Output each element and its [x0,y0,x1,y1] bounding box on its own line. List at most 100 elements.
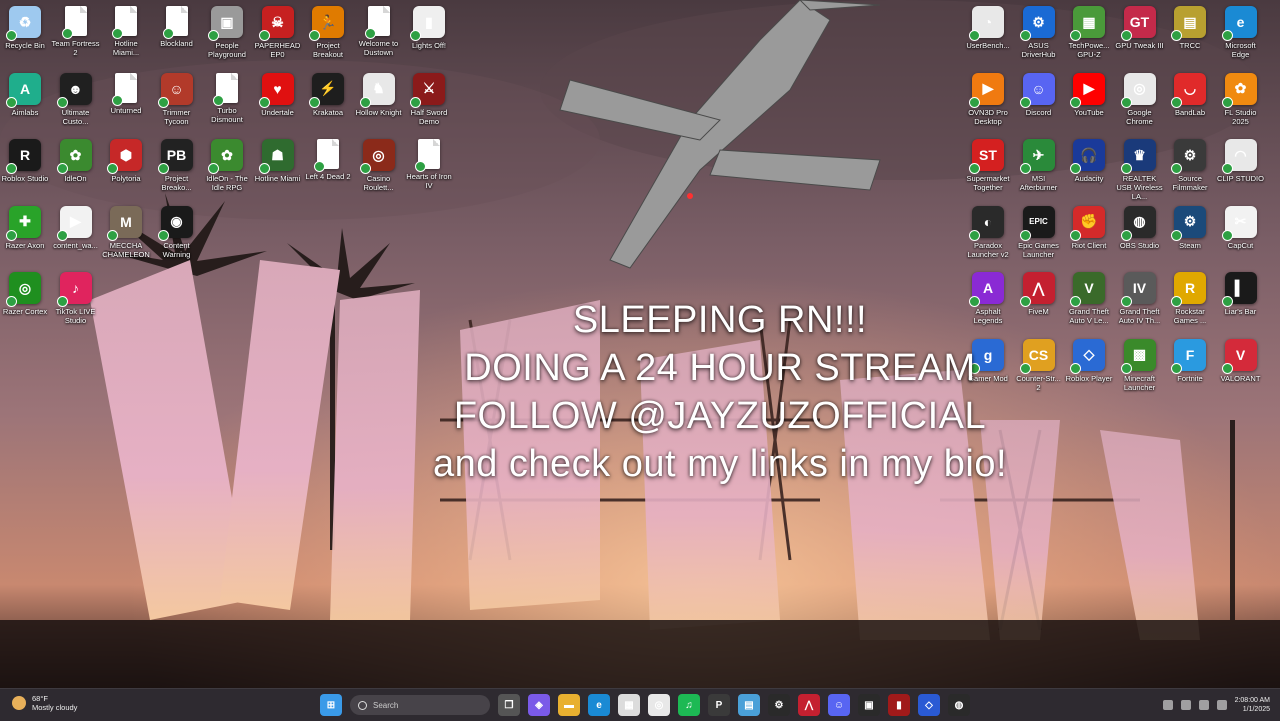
copilot-icon[interactable]: ◈ [528,694,550,716]
roblox-taskbar-icon[interactable]: ◇ [918,694,940,716]
desktop-icon[interactable]: IV Grand Theft Auto IV Th... [1115,272,1165,325]
desktop-icon[interactable]: Left 4 Dead 2 [303,139,353,181]
volume-icon[interactable] [1198,700,1209,710]
desktop-icon[interactable]: ◎ Razer Cortex [0,272,50,316]
store-icon[interactable]: ▦ [618,694,640,716]
chrome-taskbar-icon[interactable]: ◎ [648,694,670,716]
desktop-icon[interactable]: ✊ Riot Client [1064,205,1114,250]
desktop-icon[interactable]: ✿ FL Studio 2025 [1216,72,1266,126]
desktop-icon[interactable]: Hotline Miami... [101,6,151,57]
desktop-icon-label: Minecraft Launcher [1123,373,1156,392]
desktop-icon[interactable]: ▍ Liar's Bar [1216,272,1266,316]
desktop-icon[interactable]: V Grand Theft Auto V Le... [1064,272,1114,325]
desktop-icon[interactable]: e Microsoft Edge [1216,6,1266,59]
microsoft-edge-icon: e [1221,6,1257,41]
sync-status-icon [1221,362,1233,374]
task-view-icon[interactable]: ❐ [498,694,520,716]
desktop-icon[interactable]: ⚡ Krakatoa [303,72,353,117]
recycle-bin-icon: ♻ [6,6,41,41]
desktop-icon[interactable]: EPIC Epic Games Launcher [1014,205,1064,259]
desktop-icon[interactable]: ☻ Ultimate Custo... [51,72,101,126]
obs-taskbar-icon[interactable]: ◍ [948,694,970,716]
desktop-icon[interactable]: ▦ TechPowe... GPU-Z [1064,6,1114,59]
desktop-icon[interactable]: ☺ Discord [1014,72,1064,117]
file-explorer-icon[interactable]: ▬ [558,694,580,716]
desktop-icon[interactable]: Hearts of Iron IV [404,139,454,190]
desktop-icon[interactable]: M MECCHA CHAMELEON [101,205,151,259]
desktop-icon[interactable]: A Aimlabs [0,72,50,117]
desktop-icon[interactable]: ♞ Hollow Knight [354,72,404,117]
desktop-icon[interactable]: ⚙ ASUS DriverHub [1014,6,1064,59]
desktop-icon[interactable]: ☠ PAPERHEAD EP0 [253,6,303,59]
edge-taskbar-icon[interactable]: e [588,694,610,716]
weather-widget[interactable]: 68°F Mostly cloudy [12,694,77,712]
chevron-up-icon[interactable] [1162,700,1173,710]
desktop-icon[interactable]: ◍ OBS Studio [1115,205,1165,250]
document-icon [162,6,188,39]
desktop-icon[interactable]: ▶ content_wa... [51,205,101,250]
sync-status-icon [1070,163,1081,174]
sync-status-icon [1171,30,1182,41]
desktop-icon[interactable]: ✿ IdleOn - The Idle RPG [202,139,252,192]
desktop-icon[interactable]: ▩ Minecraft Launcher [1115,338,1165,392]
fivem-taskbar-icon[interactable]: ⋀ [798,694,820,716]
google-chrome-icon: ◎ [1120,72,1156,108]
search-input[interactable]: Search [350,695,490,715]
asus-driverhub-icon: ⚙ [1019,6,1055,41]
desktop-icon[interactable]: 🏃 Project Breakout [303,6,353,59]
desktop-icon-label: Project Breako... [161,174,192,192]
desktop-icon[interactable]: PB Project Breako... [152,139,202,192]
desktop-icon[interactable]: GT GPU Tweak III [1115,6,1165,50]
start-button[interactable]: ⊞ [320,694,342,716]
desktop-icon[interactable]: ♥ Undertale [253,72,303,117]
battery-icon[interactable] [1216,700,1227,710]
desktop-icon[interactable]: ▣ People Playground [202,6,252,59]
desktop-icon[interactable]: ⬢ Polytoria [101,139,151,183]
desktop-icon[interactable]: ◇ Roblox Player [1064,338,1114,383]
desktop-icon[interactable]: ✿ IdleOn [51,139,101,183]
desktop-icon[interactable]: ☺ Trimmer Tycoon [152,72,202,126]
desktop-icon[interactable]: ◎ Casino Roulett... [354,139,404,192]
desktop-icon[interactable]: R Roblox Studio [0,139,50,183]
app-red-icon[interactable]: ▮ [888,694,910,716]
steam-taskbar-icon[interactable]: ⚙ [768,694,790,716]
desktop-icon[interactable]: ◎ Google Chrome [1115,72,1165,126]
desktop-icon[interactable]: Welcome to Dustown [354,6,404,57]
desktop-icon[interactable]: V VALORANT [1216,338,1266,383]
desktop-icon[interactable]: ♪ TikTok LIVE Studio [51,272,101,325]
clock[interactable]: 2:08:00 AM 1/1/2025 [1235,696,1270,714]
spotify-icon[interactable]: ♫ [678,694,700,716]
desktop-icon[interactable]: Blockland [152,6,202,48]
sync-status-icon [1070,229,1081,241]
desktop-icon[interactable]: ✈ MSI Afterburner [1014,139,1064,192]
desktop-icon[interactable]: ☗ Hotline Miami [253,139,303,183]
network-icon[interactable] [1180,700,1191,710]
desktop-icon[interactable]: ◉ Content Warning [152,205,202,259]
desktop-icon[interactable]: ✚ Razer Axon [0,205,50,250]
desktop-icon[interactable]: ST Supermarket Together [963,139,1013,192]
desktop-icon[interactable]: F Fortnite [1165,338,1215,383]
notepad-icon[interactable]: ▤ [738,694,760,716]
desktop-icon[interactable]: ⚔ Half Sword Demo [404,72,454,126]
desktop-icon[interactable]: ◠ CLIP STUDIO [1216,139,1266,183]
desktop-icon[interactable]: ▶ OVN3D Pro Desktop [963,72,1013,126]
discord-taskbar-icon[interactable]: ☺ [828,694,850,716]
desktop-icon[interactable]: ◐ Paradox Launcher v2 [963,205,1013,259]
desktop-icon[interactable]: ◡ BandLab [1165,72,1215,117]
desktop-icon[interactable]: ✂ CapCut [1216,205,1266,250]
desktop-icon[interactable]: ♻ Recycle Bin [0,6,50,50]
desktop-icon[interactable]: 🎧 Audacity [1064,139,1114,183]
desktop-icon[interactable]: R Rockstar Games ... [1165,272,1215,325]
desktop-icon[interactable]: Turbo Dismount [202,72,252,124]
desktop-icon[interactable]: Unturned [101,72,151,115]
roblox-studio-taskbar-icon[interactable]: ▣ [858,694,880,716]
desktop-icon[interactable]: ▤ TRCC [1165,6,1215,50]
desktop-icon[interactable]: ▮ Lights Off! [404,6,454,50]
app-p-icon[interactable]: P [708,694,730,716]
desktop-icon[interactable]: ⚙ Source Filmmaker [1165,139,1215,192]
desktop-icon[interactable]: Team Fortress 2 [51,6,101,57]
desktop-icon[interactable]: ▶ YouTube [1064,72,1114,117]
desktop-icon[interactable]: ⚙ Steam [1165,205,1215,250]
desktop-icon[interactable]: ♛ REALTEK USB Wireless LA... [1115,139,1165,201]
desktop-icon[interactable]: ◔ UserBench... [963,6,1013,50]
